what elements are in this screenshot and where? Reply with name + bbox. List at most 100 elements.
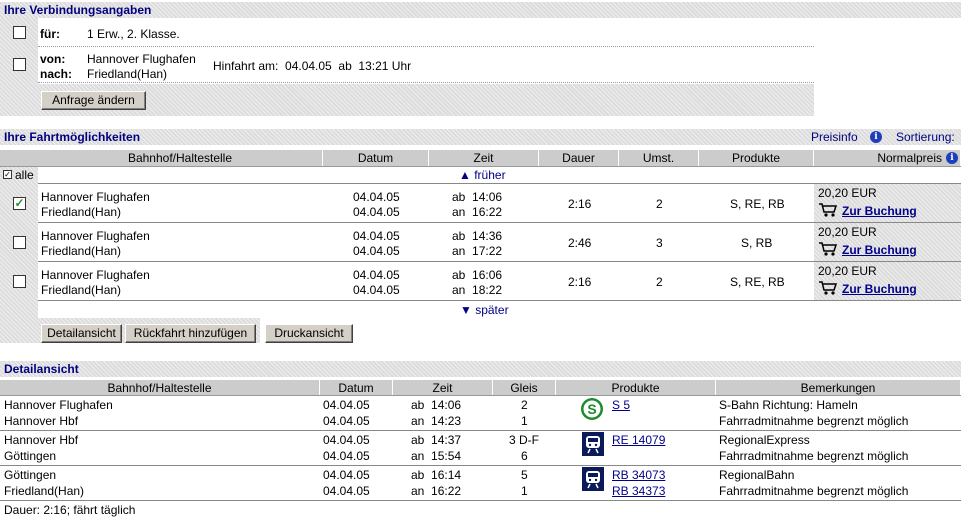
leg-2-track2: 6 xyxy=(521,449,528,463)
option-3-checkbox[interactable] xyxy=(13,275,26,288)
fuer-checkbox[interactable] xyxy=(13,26,26,39)
leg-1-date1: 04.04.05 xyxy=(323,398,370,412)
leg-2-stop2: Göttingen xyxy=(4,449,57,463)
option-2-arr: an 17:22 xyxy=(452,244,503,258)
option-2-duration: 2:46 xyxy=(568,236,592,250)
col-station[interactable]: Bahnhof/Haltestelle xyxy=(38,150,323,166)
price-info-icon[interactable]: i xyxy=(946,152,958,164)
leg-3-remark1: RegionalBahn xyxy=(719,468,795,482)
option-1-arr: an 16:22 xyxy=(452,205,503,219)
nach-value: Friedland(Han) xyxy=(87,67,168,81)
options-title: Ihre Fahrtmöglichkeiten xyxy=(4,130,141,144)
option-1-booking-link[interactable]: Zur Buchung xyxy=(842,204,917,218)
option-1-checkbox[interactable]: ✓ xyxy=(13,197,26,210)
options-title-bar: Ihre Fahrtmöglichkeiten Preisinfo i Sort… xyxy=(0,129,961,145)
fuer-label: für: xyxy=(40,27,60,41)
option-2-products: S, RB xyxy=(741,236,773,250)
detail-title-bar: Detailansicht xyxy=(0,361,961,377)
print-view-button[interactable]: Druckansicht xyxy=(265,324,353,343)
leg-2-remark2: Fahrradmitnahme begrenzt möglich xyxy=(719,449,909,463)
add-return-button[interactable]: Rückfahrt hinzufügen xyxy=(125,324,256,343)
leg-2-remark1: RegionalExpress xyxy=(719,433,810,447)
leg-2-time1: ab 14:37 xyxy=(411,433,462,447)
option-3-cart-icon[interactable] xyxy=(818,280,838,296)
option-1-date1: 04.04.05 xyxy=(353,190,400,204)
leg-3-date1: 04.04.05 xyxy=(323,468,370,482)
option-1-to: Friedland(Han) xyxy=(41,205,122,219)
option-3-date2: 04.04.05 xyxy=(353,283,400,297)
route-checkbox[interactable] xyxy=(13,58,26,71)
leg-1-track2: 1 xyxy=(521,414,528,428)
leg-3-stop2: Friedland(Han) xyxy=(4,484,85,498)
leg-3-date2: 04.04.05 xyxy=(323,484,370,498)
option-1-price: 20,20 EUR xyxy=(818,186,877,200)
later-link[interactable]: ▼ später xyxy=(460,303,509,317)
leg-1-time2: an 14:23 xyxy=(411,414,462,428)
col-duration[interactable]: Dauer xyxy=(539,150,619,166)
option-3-from: Hannover Flughafen xyxy=(41,268,150,282)
leg-2-date2: 04.04.05 xyxy=(323,449,370,463)
option-3-booking-link[interactable]: Zur Buchung xyxy=(842,282,917,296)
leg-2-product-link[interactable]: RE 14079 xyxy=(612,433,665,447)
preisinfo-info-icon[interactable]: i xyxy=(870,131,882,143)
options-left-strip xyxy=(0,167,38,343)
svg-text:S: S xyxy=(587,401,596,417)
nach-label: nach: xyxy=(40,67,73,81)
col-date[interactable]: Datum xyxy=(323,150,429,166)
option-2-changes: 3 xyxy=(656,236,663,250)
leg-3-stop1: Göttingen xyxy=(4,468,57,482)
options-header: Bahnhof/Haltestelle Datum Zeit Dauer Ums… xyxy=(0,150,961,167)
option-1-changes: 2 xyxy=(656,197,663,211)
select-all-checkbox[interactable]: ✓ xyxy=(3,170,12,179)
detail-col-products: Produkte xyxy=(556,380,716,395)
leg-1-product-link[interactable]: S 5 xyxy=(612,398,630,412)
leg-3-track2: 1 xyxy=(521,484,528,498)
detail-col-date: Datum xyxy=(320,380,393,395)
option-1-date2: 04.04.05 xyxy=(353,205,400,219)
col-changes[interactable]: Umst. xyxy=(619,150,699,166)
detail-col-track: Gleis xyxy=(493,380,556,395)
leg-2-date1: 04.04.05 xyxy=(323,433,370,447)
leg-3-remark2: Fahrradmitnahme begrenzt möglich xyxy=(719,484,909,498)
sbahn-icon: S xyxy=(580,397,604,424)
connection-title-bar: Ihre Verbindungsangaben xyxy=(0,2,961,18)
option-2-price: 20,20 EUR xyxy=(818,225,877,239)
preisinfo-link[interactable]: Preisinfo xyxy=(811,130,858,144)
change-request-button[interactable]: Anfrage ändern xyxy=(41,91,146,110)
option-2-cart-icon[interactable] xyxy=(818,241,838,257)
option-2-booking-link[interactable]: Zur Buchung xyxy=(842,243,917,257)
option-2-date2: 04.04.05 xyxy=(353,244,400,258)
option-1-from: Hannover Flughafen xyxy=(41,190,150,204)
option-2-to: Friedland(Han) xyxy=(41,244,122,258)
leg-3-product2-link[interactable]: RB 34373 xyxy=(612,484,665,498)
leg-1-remark2: Fahrradmitnahme begrenzt möglich xyxy=(719,414,909,428)
earlier-link[interactable]: ▲ früher xyxy=(459,168,506,182)
option-2-checkbox[interactable] xyxy=(13,236,26,249)
option-1-cart-icon[interactable] xyxy=(818,202,838,218)
col-time[interactable]: Zeit xyxy=(429,150,539,166)
detail-footer: Dauer: 2:16; fährt täglich xyxy=(4,503,136,517)
detail-title: Detailansicht xyxy=(4,362,79,376)
col-price[interactable]: Normalpreis xyxy=(814,150,961,166)
leg-1-time1: ab 14:06 xyxy=(411,398,462,412)
option-3-products: S, RE, RB xyxy=(730,275,785,289)
leg-2-time2: an 15:54 xyxy=(411,449,462,463)
option-2-dep: ab 14:36 xyxy=(452,229,503,243)
train-icon xyxy=(582,467,604,494)
detail-col-station: Bahnhof/Haltestelle xyxy=(0,380,320,395)
leg-1-remark1: S-Bahn Richtung: Hameln xyxy=(719,398,858,412)
leg-1-date2: 04.04.05 xyxy=(323,414,370,428)
leg-1-stop1: Hannover Flughafen xyxy=(4,398,113,412)
leg-2-stop1: Hannover Hbf xyxy=(4,433,79,447)
option-2-from: Hannover Flughafen xyxy=(41,229,150,243)
detail-view-button[interactable]: Detailansicht xyxy=(41,324,122,343)
sortierung-label[interactable]: Sortierung: xyxy=(896,130,955,144)
option-3-changes: 2 xyxy=(656,275,663,289)
leg-2-track1: 3 D-F xyxy=(509,433,539,447)
option-1-products: S, RE, RB xyxy=(730,197,785,211)
col-products[interactable]: Produkte xyxy=(699,150,814,166)
von-label: von: xyxy=(40,52,66,66)
detail-col-remarks: Bemerkungen xyxy=(716,380,961,395)
leg-3-product-link[interactable]: RB 34073 xyxy=(612,468,665,482)
hinfahrt-info: Hinfahrt am: 04.04.05 ab 13:21 Uhr xyxy=(213,59,412,73)
